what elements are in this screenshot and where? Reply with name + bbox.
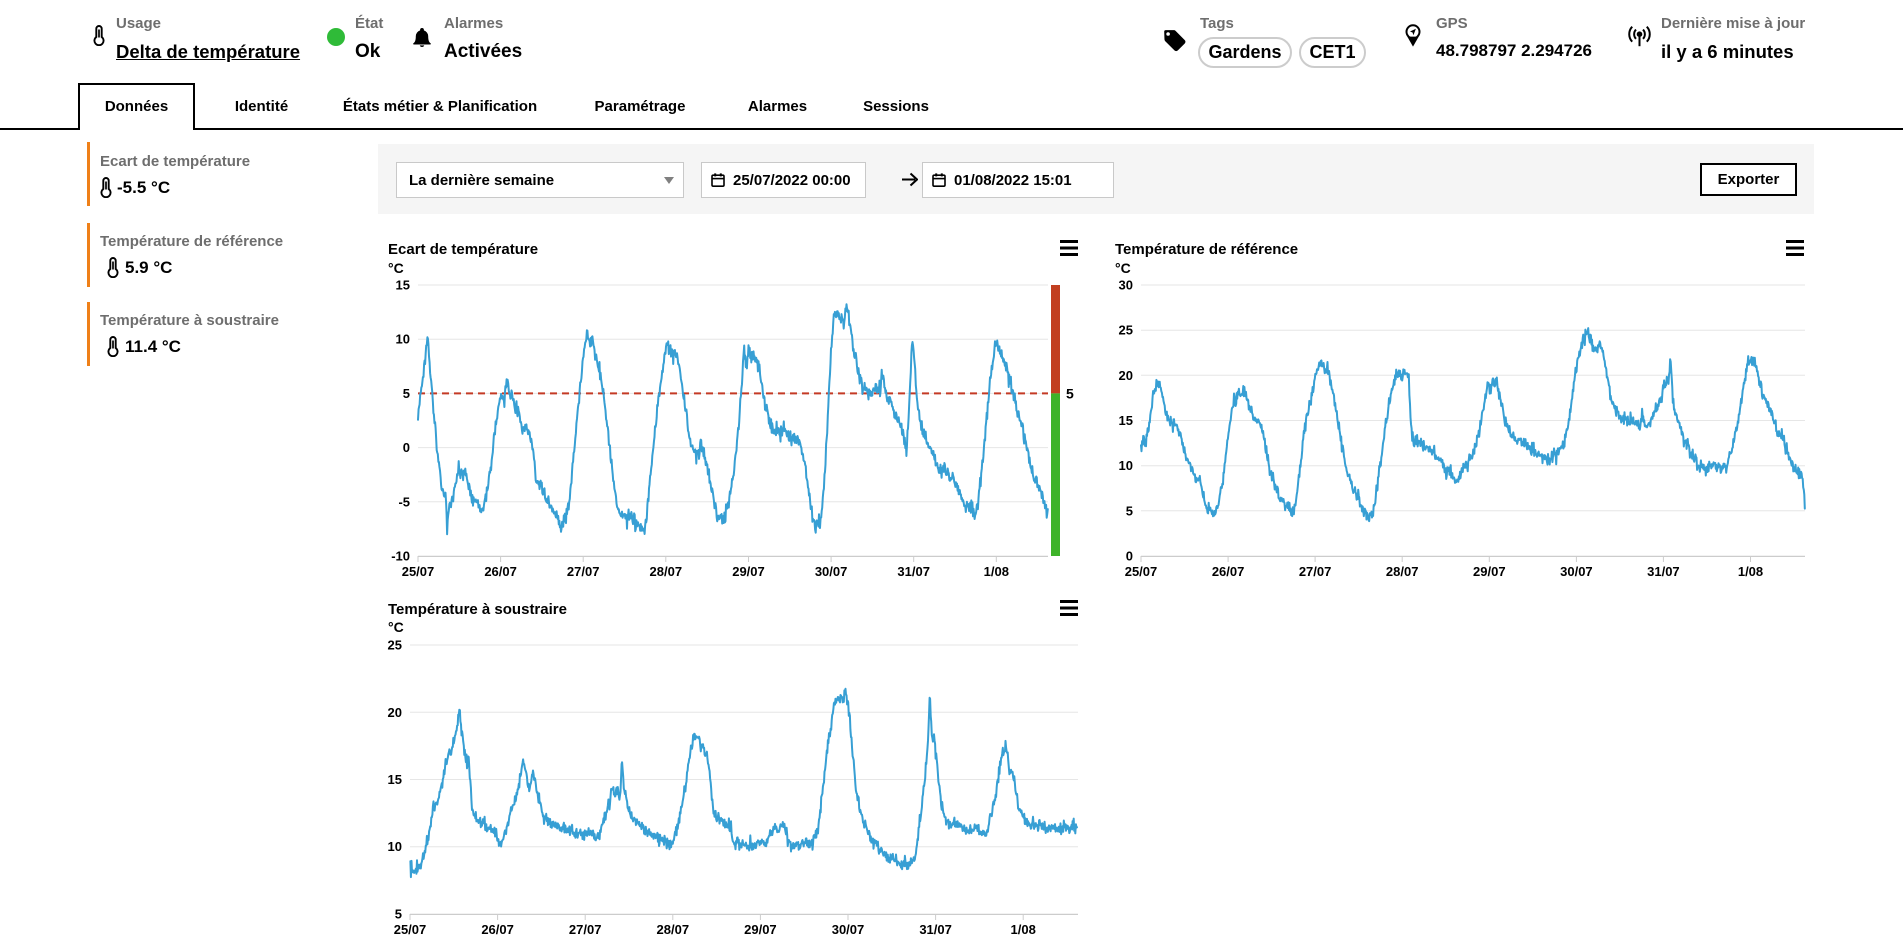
svg-text:29/07: 29/07 [732, 564, 765, 579]
svg-text:15: 15 [396, 278, 410, 293]
svg-text:25: 25 [1119, 323, 1133, 338]
svg-text:25: 25 [388, 638, 402, 653]
svg-text:0: 0 [1126, 549, 1133, 564]
svg-text:20: 20 [1119, 368, 1133, 383]
svg-text:30/07: 30/07 [1560, 564, 1593, 579]
svg-text:1/08: 1/08 [1011, 922, 1036, 937]
svg-text:31/07: 31/07 [1647, 564, 1680, 579]
svg-text:5: 5 [395, 907, 402, 922]
svg-text:31/07: 31/07 [897, 564, 930, 579]
svg-text:28/07: 28/07 [650, 564, 683, 579]
svg-text:26/07: 26/07 [1212, 564, 1245, 579]
svg-text:26/07: 26/07 [484, 564, 517, 579]
svg-text:15: 15 [388, 772, 402, 787]
svg-text:1/08: 1/08 [984, 564, 1009, 579]
svg-text:25/07: 25/07 [402, 564, 435, 579]
svg-text:-5: -5 [398, 494, 410, 509]
svg-text:27/07: 27/07 [567, 564, 600, 579]
svg-text:1/08: 1/08 [1738, 564, 1763, 579]
svg-text:5: 5 [1126, 503, 1133, 518]
svg-text:27/07: 27/07 [1299, 564, 1332, 579]
svg-text:15: 15 [1119, 413, 1133, 428]
svg-text:26/07: 26/07 [481, 922, 514, 937]
svg-text:20: 20 [388, 705, 402, 720]
svg-text:5: 5 [403, 386, 410, 401]
svg-text:25/07: 25/07 [1125, 564, 1158, 579]
svg-text:30: 30 [1119, 278, 1133, 293]
svg-text:30/07: 30/07 [832, 922, 865, 937]
svg-text:29/07: 29/07 [744, 922, 777, 937]
svg-text:28/07: 28/07 [1386, 564, 1419, 579]
svg-text:0: 0 [403, 440, 410, 455]
svg-text:-10: -10 [391, 549, 410, 564]
svg-text:10: 10 [388, 839, 402, 854]
svg-text:29/07: 29/07 [1473, 564, 1506, 579]
svg-text:25/07: 25/07 [394, 922, 427, 937]
svg-text:31/07: 31/07 [919, 922, 952, 937]
svg-text:28/07: 28/07 [657, 922, 690, 937]
svg-text:10: 10 [396, 332, 410, 347]
svg-text:27/07: 27/07 [569, 922, 602, 937]
svg-text:5: 5 [1066, 385, 1074, 401]
svg-text:10: 10 [1119, 458, 1133, 473]
svg-text:30/07: 30/07 [815, 564, 848, 579]
